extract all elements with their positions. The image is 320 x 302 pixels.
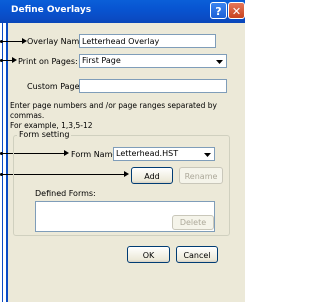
form-setting-legend: Form setting <box>17 130 72 139</box>
rename-button[interactable]: Rename <box>179 167 223 184</box>
callout-leader <box>2 41 22 42</box>
print-on-pages-select[interactable]: First Page <box>79 54 227 68</box>
form-name-value: Letterhead.HST <box>116 149 179 158</box>
callout-leader <box>2 60 12 61</box>
page-range-hint: Enter page numbers and /or page ranges s… <box>10 101 242 131</box>
form-name-select[interactable]: Letterhead.HST <box>113 147 215 161</box>
overlay-name-input[interactable]: Letterhead Overlay <box>79 34 216 48</box>
hint-line-1: Enter page numbers and /or page ranges s… <box>10 101 217 120</box>
print-on-pages-value: First Page <box>82 56 121 65</box>
callout-arrowhead <box>12 57 17 63</box>
help-icon: ? <box>215 5 222 18</box>
ok-button[interactable]: OK <box>127 246 170 263</box>
window-left-border <box>2 23 3 302</box>
close-button[interactable]: ✕ <box>228 2 245 19</box>
window-title: Define Overlays <box>11 5 92 15</box>
print-on-pages-label: Print on Pages: <box>18 57 78 66</box>
close-icon: ✕ <box>231 5 242 18</box>
help-button[interactable]: ? <box>210 2 227 19</box>
add-button[interactable]: Add <box>131 167 173 184</box>
chevron-down-icon[interactable] <box>213 56 225 67</box>
defined-forms-label: Defined Forms: <box>35 189 96 198</box>
chevron-down-icon[interactable] <box>201 149 213 160</box>
cancel-button[interactable]: Cancel <box>176 246 218 263</box>
custom-pages-label: Custom Pages: <box>27 82 87 91</box>
delete-button[interactable]: Delete <box>172 215 214 230</box>
custom-pages-input[interactable] <box>79 79 227 93</box>
overlay-name-label: Overlay Name: <box>27 37 87 46</box>
